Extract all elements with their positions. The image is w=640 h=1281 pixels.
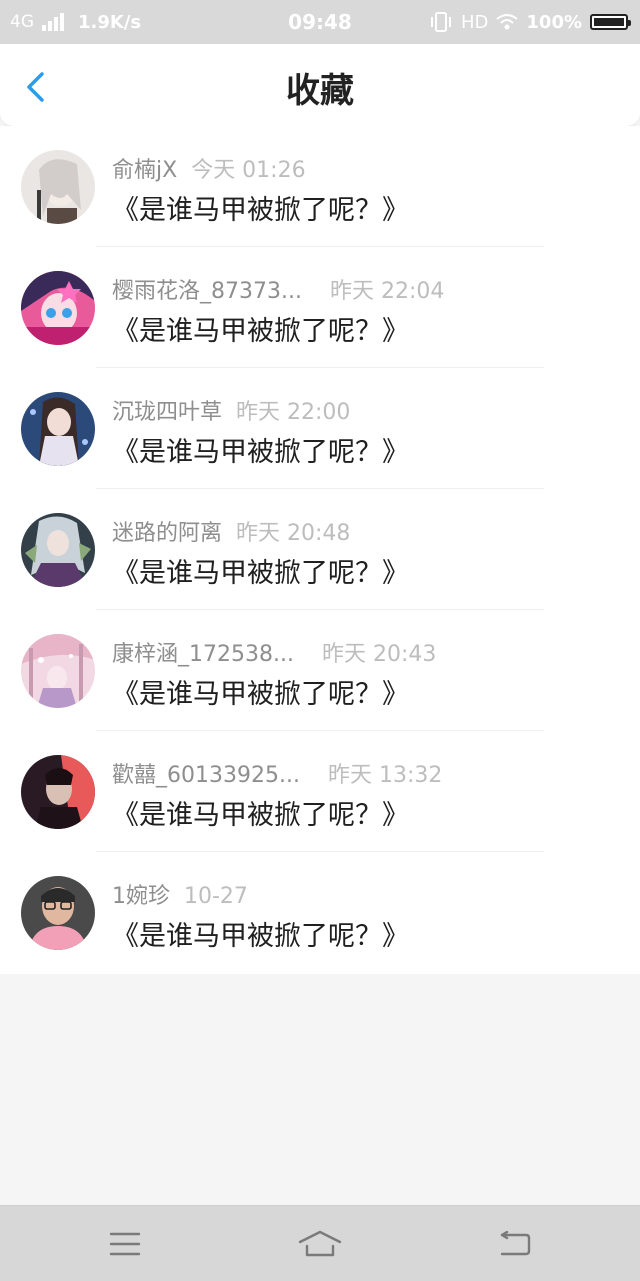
user-name[interactable]: 沉珑四叶草 xyxy=(112,400,222,425)
timestamp: 昨天 13:32 xyxy=(327,763,443,788)
list-item[interactable]: 沉珑四叶草 昨天 22:00 《是谁马甲被掀了呢？》 xyxy=(0,368,640,489)
status-right: HD 100% xyxy=(429,0,631,44)
avatar[interactable] xyxy=(21,513,95,587)
avatar[interactable] xyxy=(21,755,95,829)
avatar[interactable] xyxy=(21,634,95,708)
favorite-title[interactable]: 《是谁马甲被掀了呢？》 xyxy=(112,672,409,711)
item-meta: 康梓涵_172538... 昨天 20:43 xyxy=(112,636,436,668)
battery-icon xyxy=(590,14,631,30)
timestamp: 今天 01:26 xyxy=(191,158,306,183)
item-meta: 迷路的阿离 昨天 20:48 xyxy=(112,515,350,547)
favorites-list: 俞楠jX 今天 01:26 《是谁马甲被掀了呢？》 樱雨花洛_87373... … xyxy=(0,126,640,974)
avatar[interactable] xyxy=(21,392,95,466)
user-name[interactable]: 1婉珍 xyxy=(112,884,170,909)
timestamp: 昨天 20:48 xyxy=(236,521,351,546)
favorite-title[interactable]: 《是谁马甲被掀了呢？》 xyxy=(112,793,409,832)
list-item[interactable]: 歡囍_60133925... 昨天 13:32 《是谁马甲被掀了呢？》 xyxy=(0,731,640,852)
list-item[interactable]: 樱雨花洛_87373... 昨天 22:04 《是谁马甲被掀了呢？》 xyxy=(0,247,640,368)
favorite-title[interactable]: 《是谁马甲被掀了呢？》 xyxy=(112,188,409,227)
menu-icon xyxy=(109,1232,141,1255)
user-name[interactable]: 樱雨花洛_87373... xyxy=(112,279,302,304)
favorite-title[interactable]: 《是谁马甲被掀了呢？》 xyxy=(112,430,409,469)
list-item[interactable]: 康梓涵_172538... 昨天 20:43 《是谁马甲被掀了呢？》 xyxy=(0,610,640,731)
timestamp: 昨天 22:00 xyxy=(236,400,351,425)
timestamp: 10-27 xyxy=(184,884,248,909)
back-button[interactable] xyxy=(465,1206,565,1281)
system-nav-bar xyxy=(0,1205,640,1281)
page-title: 收藏 xyxy=(286,71,354,111)
timestamp: 昨天 20:43 xyxy=(321,642,437,667)
vibrate-icon xyxy=(430,12,451,32)
item-meta: 歡囍_60133925... 昨天 13:32 xyxy=(112,757,442,789)
status-bar: 4G 1.9K/s 09:48 HD 100% xyxy=(0,0,640,44)
timestamp: 昨天 22:04 xyxy=(329,279,445,304)
list-item[interactable]: 俞楠jX 今天 01:26 《是谁马甲被掀了呢？》 xyxy=(0,126,640,247)
home-icon xyxy=(298,1230,342,1256)
avatar[interactable] xyxy=(21,150,95,224)
user-name[interactable]: 迷路的阿离 xyxy=(112,521,222,546)
menu-button[interactable] xyxy=(75,1206,175,1281)
list-item[interactable]: 1婉珍 10-27 《是谁马甲被掀了呢？》 xyxy=(0,852,640,973)
user-name[interactable]: 俞楠jX xyxy=(112,158,177,183)
item-meta: 1婉珍 10-27 xyxy=(112,878,248,910)
item-meta: 沉珑四叶草 昨天 22:00 xyxy=(112,394,350,426)
avatar[interactable] xyxy=(21,271,95,345)
favorite-title[interactable]: 《是谁马甲被掀了呢？》 xyxy=(112,914,409,953)
favorite-title[interactable]: 《是谁马甲被掀了呢？》 xyxy=(112,551,409,590)
item-meta: 樱雨花洛_87373... 昨天 22:04 xyxy=(112,273,444,305)
user-name[interactable]: 康梓涵_172538... xyxy=(112,642,294,667)
header: 收藏 xyxy=(0,44,640,127)
item-meta: 俞楠jX 今天 01:26 xyxy=(112,152,306,184)
avatar[interactable] xyxy=(21,876,95,950)
list-item[interactable]: 迷路的阿离 昨天 20:48 《是谁马甲被掀了呢？》 xyxy=(0,489,640,610)
home-button[interactable] xyxy=(270,1206,370,1281)
hd-label: HD xyxy=(460,11,489,33)
battery-percent: 100% xyxy=(526,11,582,33)
favorite-title[interactable]: 《是谁马甲被掀了呢？》 xyxy=(112,309,409,348)
user-name[interactable]: 歡囍_60133925... xyxy=(112,763,300,788)
back-icon xyxy=(500,1230,531,1255)
wifi-icon xyxy=(496,14,519,30)
